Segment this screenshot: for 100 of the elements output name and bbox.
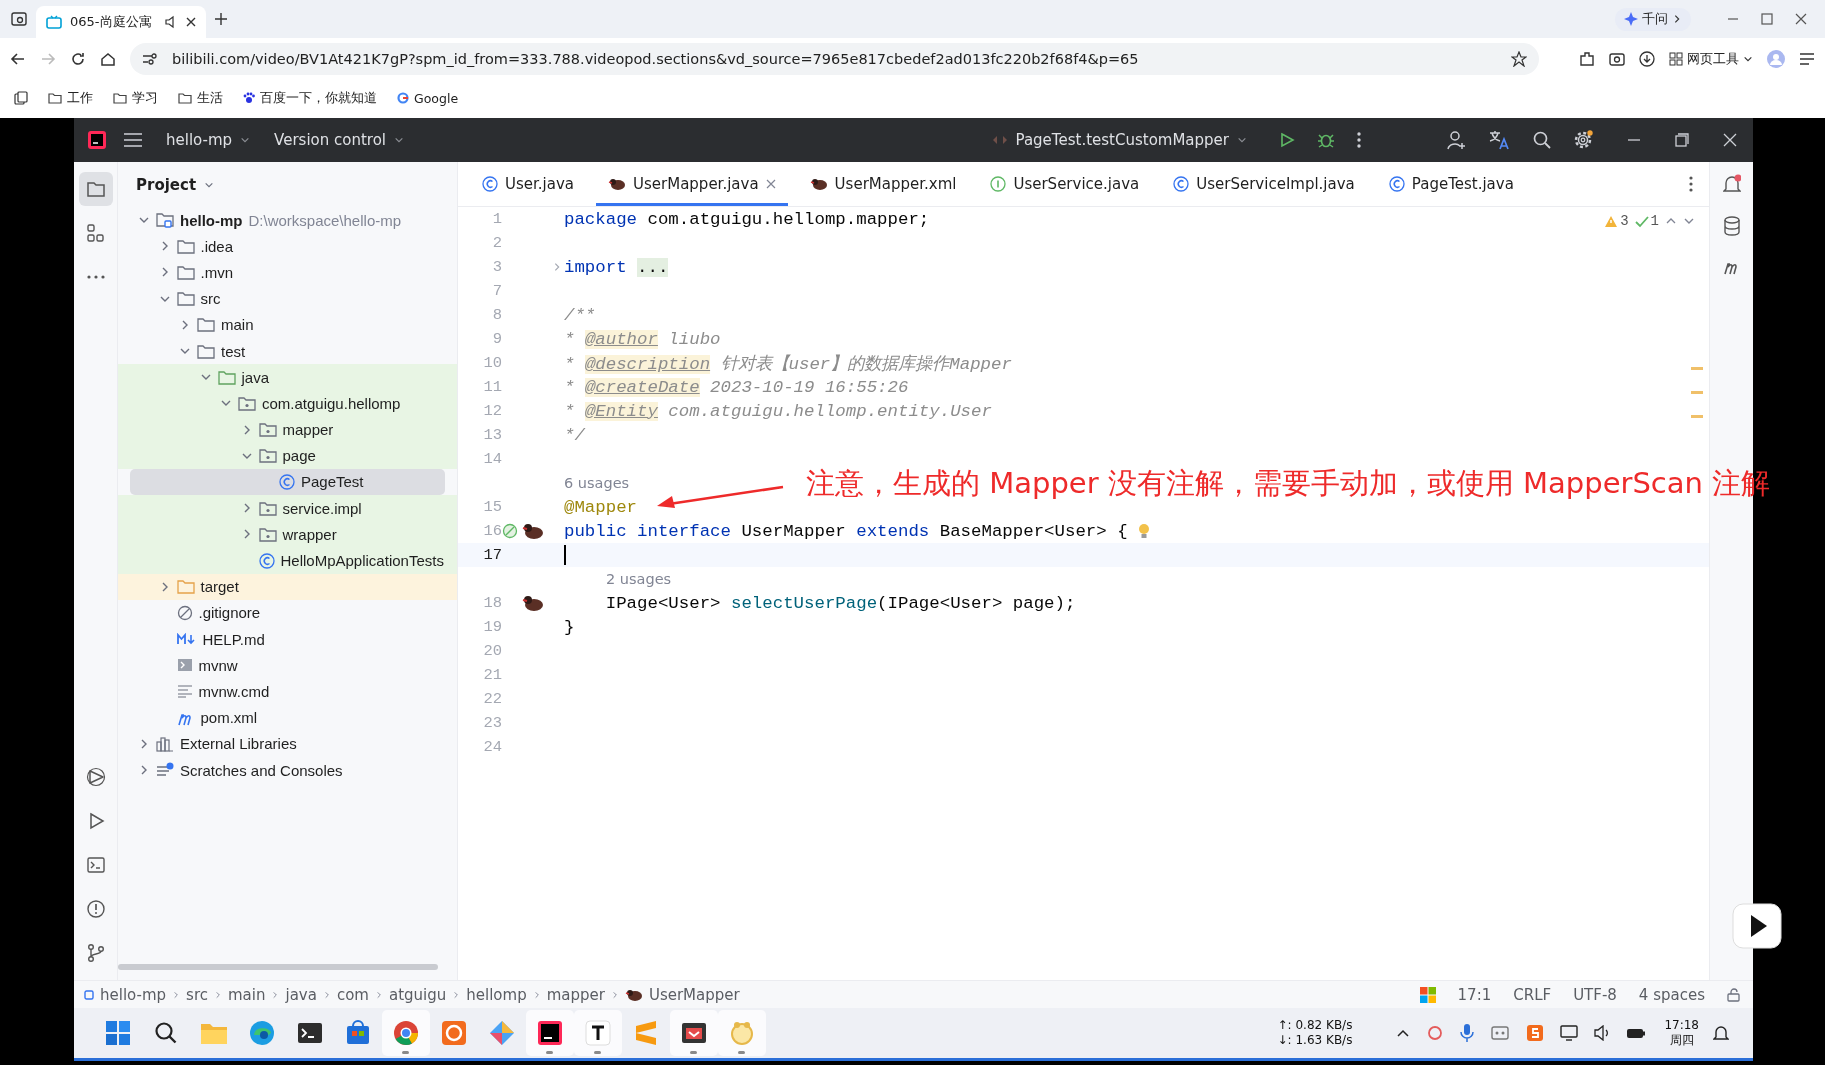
home-icon[interactable] xyxy=(100,51,116,67)
breadcrumb[interactable]: hello-mp xyxy=(84,985,167,1004)
editor-tab[interactable]: UserMapper.xml xyxy=(797,162,969,206)
git-branch-icon[interactable] xyxy=(85,943,106,963)
windows-logo-icon[interactable] xyxy=(1419,986,1436,1003)
editor-tab[interactable]: PageTest.java xyxy=(1376,162,1526,206)
notification-icon[interactable] xyxy=(1713,1025,1729,1041)
bookmark[interactable]: 生活 xyxy=(178,89,223,107)
lightbulb-icon[interactable] xyxy=(1137,523,1150,539)
lock-icon[interactable] xyxy=(1727,987,1741,1002)
tree-item[interactable]: page xyxy=(118,442,457,469)
breadcrumb[interactable]: hellomp xyxy=(466,985,527,1004)
tree-item[interactable]: test xyxy=(118,337,457,365)
breadcrumb[interactable]: src xyxy=(186,985,208,1004)
microphone-icon[interactable] xyxy=(1460,1023,1475,1043)
tree-item[interactable]: src xyxy=(118,285,457,312)
clock[interactable]: 17:18 周四 xyxy=(1664,1018,1699,1048)
tree-item[interactable]: mapper xyxy=(118,416,457,443)
extensions-icon[interactable] xyxy=(1579,51,1595,67)
breadcrumb[interactable]: com xyxy=(336,985,369,1004)
bookmarks-icon[interactable] xyxy=(14,91,28,105)
tab-search-icon[interactable] xyxy=(10,10,28,28)
tree-item[interactable]: wrapper xyxy=(118,521,457,548)
more-icon[interactable] xyxy=(1689,176,1693,192)
windows-start-icon[interactable] xyxy=(105,1020,131,1046)
notifications-icon[interactable] xyxy=(1722,174,1741,194)
tree-item[interactable]: service.impl xyxy=(118,495,457,522)
breadcrumb[interactable]: UserMapper xyxy=(624,985,740,1004)
bookmark-star-icon[interactable] xyxy=(1511,51,1527,67)
display-icon[interactable] xyxy=(1560,1024,1579,1042)
tree-item[interactable]: PageTest xyxy=(130,468,445,496)
run-configuration-dropdown[interactable]: PageTest.testCustomMapper xyxy=(983,126,1255,154)
breadcrumb[interactable]: main xyxy=(228,985,266,1004)
structure-icon[interactable] xyxy=(85,223,106,243)
editor-app-icon[interactable] xyxy=(585,1020,611,1046)
store-icon[interactable] xyxy=(345,1020,371,1046)
tree-item[interactable]: Scratches and Consoles xyxy=(118,756,457,784)
battery-icon[interactable] xyxy=(1626,1026,1647,1040)
bookmark[interactable]: 学习 xyxy=(113,89,158,107)
close-icon[interactable] xyxy=(186,17,196,27)
line-separator[interactable]: CRLF xyxy=(1513,985,1552,1004)
tree-item[interactable]: .idea xyxy=(118,233,457,260)
usages-hint[interactable]: 6 usages xyxy=(564,475,630,491)
editor-tab[interactable]: UserService.java xyxy=(978,162,1152,206)
input-method-icon[interactable] xyxy=(1526,1024,1545,1042)
web-tools-button[interactable]: 网页工具 xyxy=(1669,50,1753,68)
browser-tab[interactable]: 065-尚庭公寓 xyxy=(36,6,206,38)
tree-item[interactable]: HelloMpApplicationTests xyxy=(118,547,457,574)
indent-setting[interactable]: 4 spaces xyxy=(1638,985,1705,1004)
services-icon[interactable] xyxy=(85,767,106,787)
terminal-icon[interactable] xyxy=(85,855,106,875)
breadcrumb[interactable]: atguigu xyxy=(388,985,447,1004)
tree-item[interactable]: target xyxy=(118,573,457,600)
maximize-icon[interactable] xyxy=(1761,13,1773,25)
tree-item[interactable]: HELP.md xyxy=(118,626,457,653)
search-icon[interactable] xyxy=(154,1021,178,1045)
editor-tab[interactable]: User.java xyxy=(470,162,586,206)
chrome-icon[interactable] xyxy=(393,1020,419,1046)
run-icon[interactable] xyxy=(1279,132,1295,148)
tree-item[interactable]: External Libraries xyxy=(118,730,457,757)
download-icon[interactable] xyxy=(1639,51,1655,67)
file-encoding[interactable]: UTF-8 xyxy=(1573,985,1617,1004)
restore-icon[interactable] xyxy=(1675,133,1689,147)
assistant-button[interactable]: 千问 xyxy=(1615,7,1691,31)
passed-count[interactable]: 1 xyxy=(1634,213,1659,229)
project-icon[interactable] xyxy=(85,179,106,199)
menu-icon[interactable] xyxy=(1799,52,1815,66)
editor-tab[interactable]: UserMapper.java xyxy=(596,162,788,206)
new-tab-icon[interactable] xyxy=(214,12,228,26)
problems-icon[interactable] xyxy=(85,899,106,919)
terminal-icon[interactable] xyxy=(297,1021,323,1045)
scrollbar[interactable] xyxy=(118,964,438,970)
tree-item[interactable]: java xyxy=(118,364,457,391)
volume-icon[interactable] xyxy=(1594,1025,1611,1041)
tree-item[interactable]: mvnw xyxy=(118,652,457,679)
bug-icon[interactable] xyxy=(1317,131,1335,149)
app-icon[interactable] xyxy=(681,1020,707,1046)
tree-item[interactable]: main xyxy=(118,311,457,338)
reload-icon[interactable] xyxy=(70,51,86,67)
tree-item[interactable]: .mvn xyxy=(118,259,457,286)
tree-item[interactable]: .gitignore xyxy=(118,599,457,626)
search-icon[interactable] xyxy=(1533,131,1551,149)
breadcrumb[interactable]: java xyxy=(285,985,317,1004)
tree-item[interactable]: pom.xml xyxy=(118,704,457,731)
settings-icon[interactable] xyxy=(1573,130,1593,150)
bookmark[interactable]: Google xyxy=(397,90,459,106)
more-icon[interactable] xyxy=(1357,132,1361,148)
database-icon[interactable] xyxy=(1722,216,1741,236)
tray-app-icon[interactable] xyxy=(1426,1024,1445,1042)
usages-hint[interactable]: 2 usages xyxy=(606,571,672,587)
add-user-icon[interactable] xyxy=(1447,130,1467,150)
breadcrumb[interactable]: mapper xyxy=(546,985,605,1004)
tree-item[interactable]: mvnw.cmd xyxy=(118,678,457,705)
back-icon[interactable] xyxy=(10,51,26,67)
bookmark[interactable]: 百度一下，你就知道 xyxy=(243,89,377,107)
caret-position[interactable]: 17:1 xyxy=(1457,985,1492,1004)
screenshot-icon[interactable] xyxy=(1609,51,1625,67)
tree-item[interactable]: hello-mp D:\workspace\hello-mp xyxy=(118,207,457,234)
version-control-dropdown[interactable]: Version control xyxy=(266,126,412,154)
editor-tab[interactable]: UserServiceImpl.java xyxy=(1161,162,1367,206)
